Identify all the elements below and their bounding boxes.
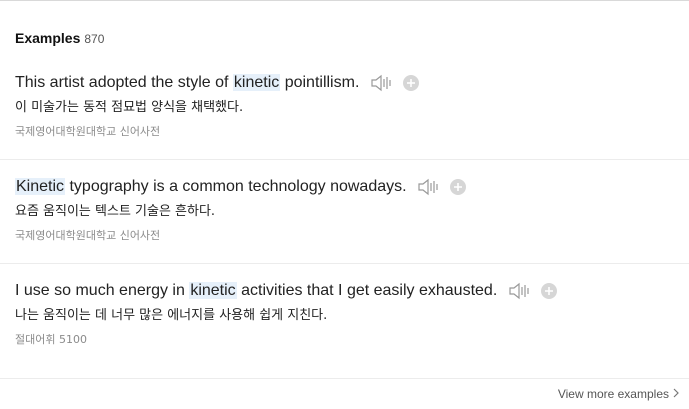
highlighted-word: kinetic [232,74,281,92]
speaker-icon[interactable] [370,73,394,93]
sentence-text: typography is a common technology nowada… [65,178,407,196]
examples-section: Examples 870 This artist adopted the sty… [0,0,689,409]
example-source: 국제영어대학원대학교 신어사전 [15,229,161,242]
plus-circle-icon[interactable] [449,178,467,196]
example-sentence: Kinetic typography is a common technolog… [15,177,467,197]
example-divider [0,159,689,160]
examples-header: Examples 870 [15,30,104,50]
examples-count: 870 [84,32,105,46]
plus-circle-icon[interactable] [540,282,558,300]
example-sentence: This artist adopted the style of kinetic… [15,73,420,93]
example-source: 절대어휘 5100 [15,333,87,346]
chevron-right-icon [673,387,679,401]
examples-title: Examples [15,30,81,46]
sentence-text: pointillism. [280,74,360,92]
highlighted-word: Kinetic [15,178,66,196]
example-translation: 나는 움직이는 데 너무 많은 에너지를 사용해 쉽게 지친다. [15,308,328,323]
example-translation: 요즘 움직이는 텍스트 기술은 흔하다. [15,204,216,219]
example-sentence: I use so much energy in kinetic activiti… [15,281,558,301]
example-source: 국제영어대학원대학교 신어사전 [15,125,161,138]
sentence-text: This artist adopted the style of [15,74,233,92]
speaker-icon[interactable] [417,177,441,197]
highlighted-word: kinetic [189,282,237,300]
example-divider [0,263,689,264]
view-more-label: View more examples [557,387,669,401]
speaker-icon[interactable] [508,281,532,301]
example-translation: 이 미술가는 동적 점묘법 양식을 채택했다. [15,100,244,115]
sentence-text: I use so much energy in [15,282,190,300]
plus-circle-icon[interactable] [402,74,420,92]
sentence-text: activities that I get easily exhausted. [236,282,498,300]
view-more-examples-link[interactable]: View more examples [558,387,679,401]
section-bottom-divider [0,378,689,379]
